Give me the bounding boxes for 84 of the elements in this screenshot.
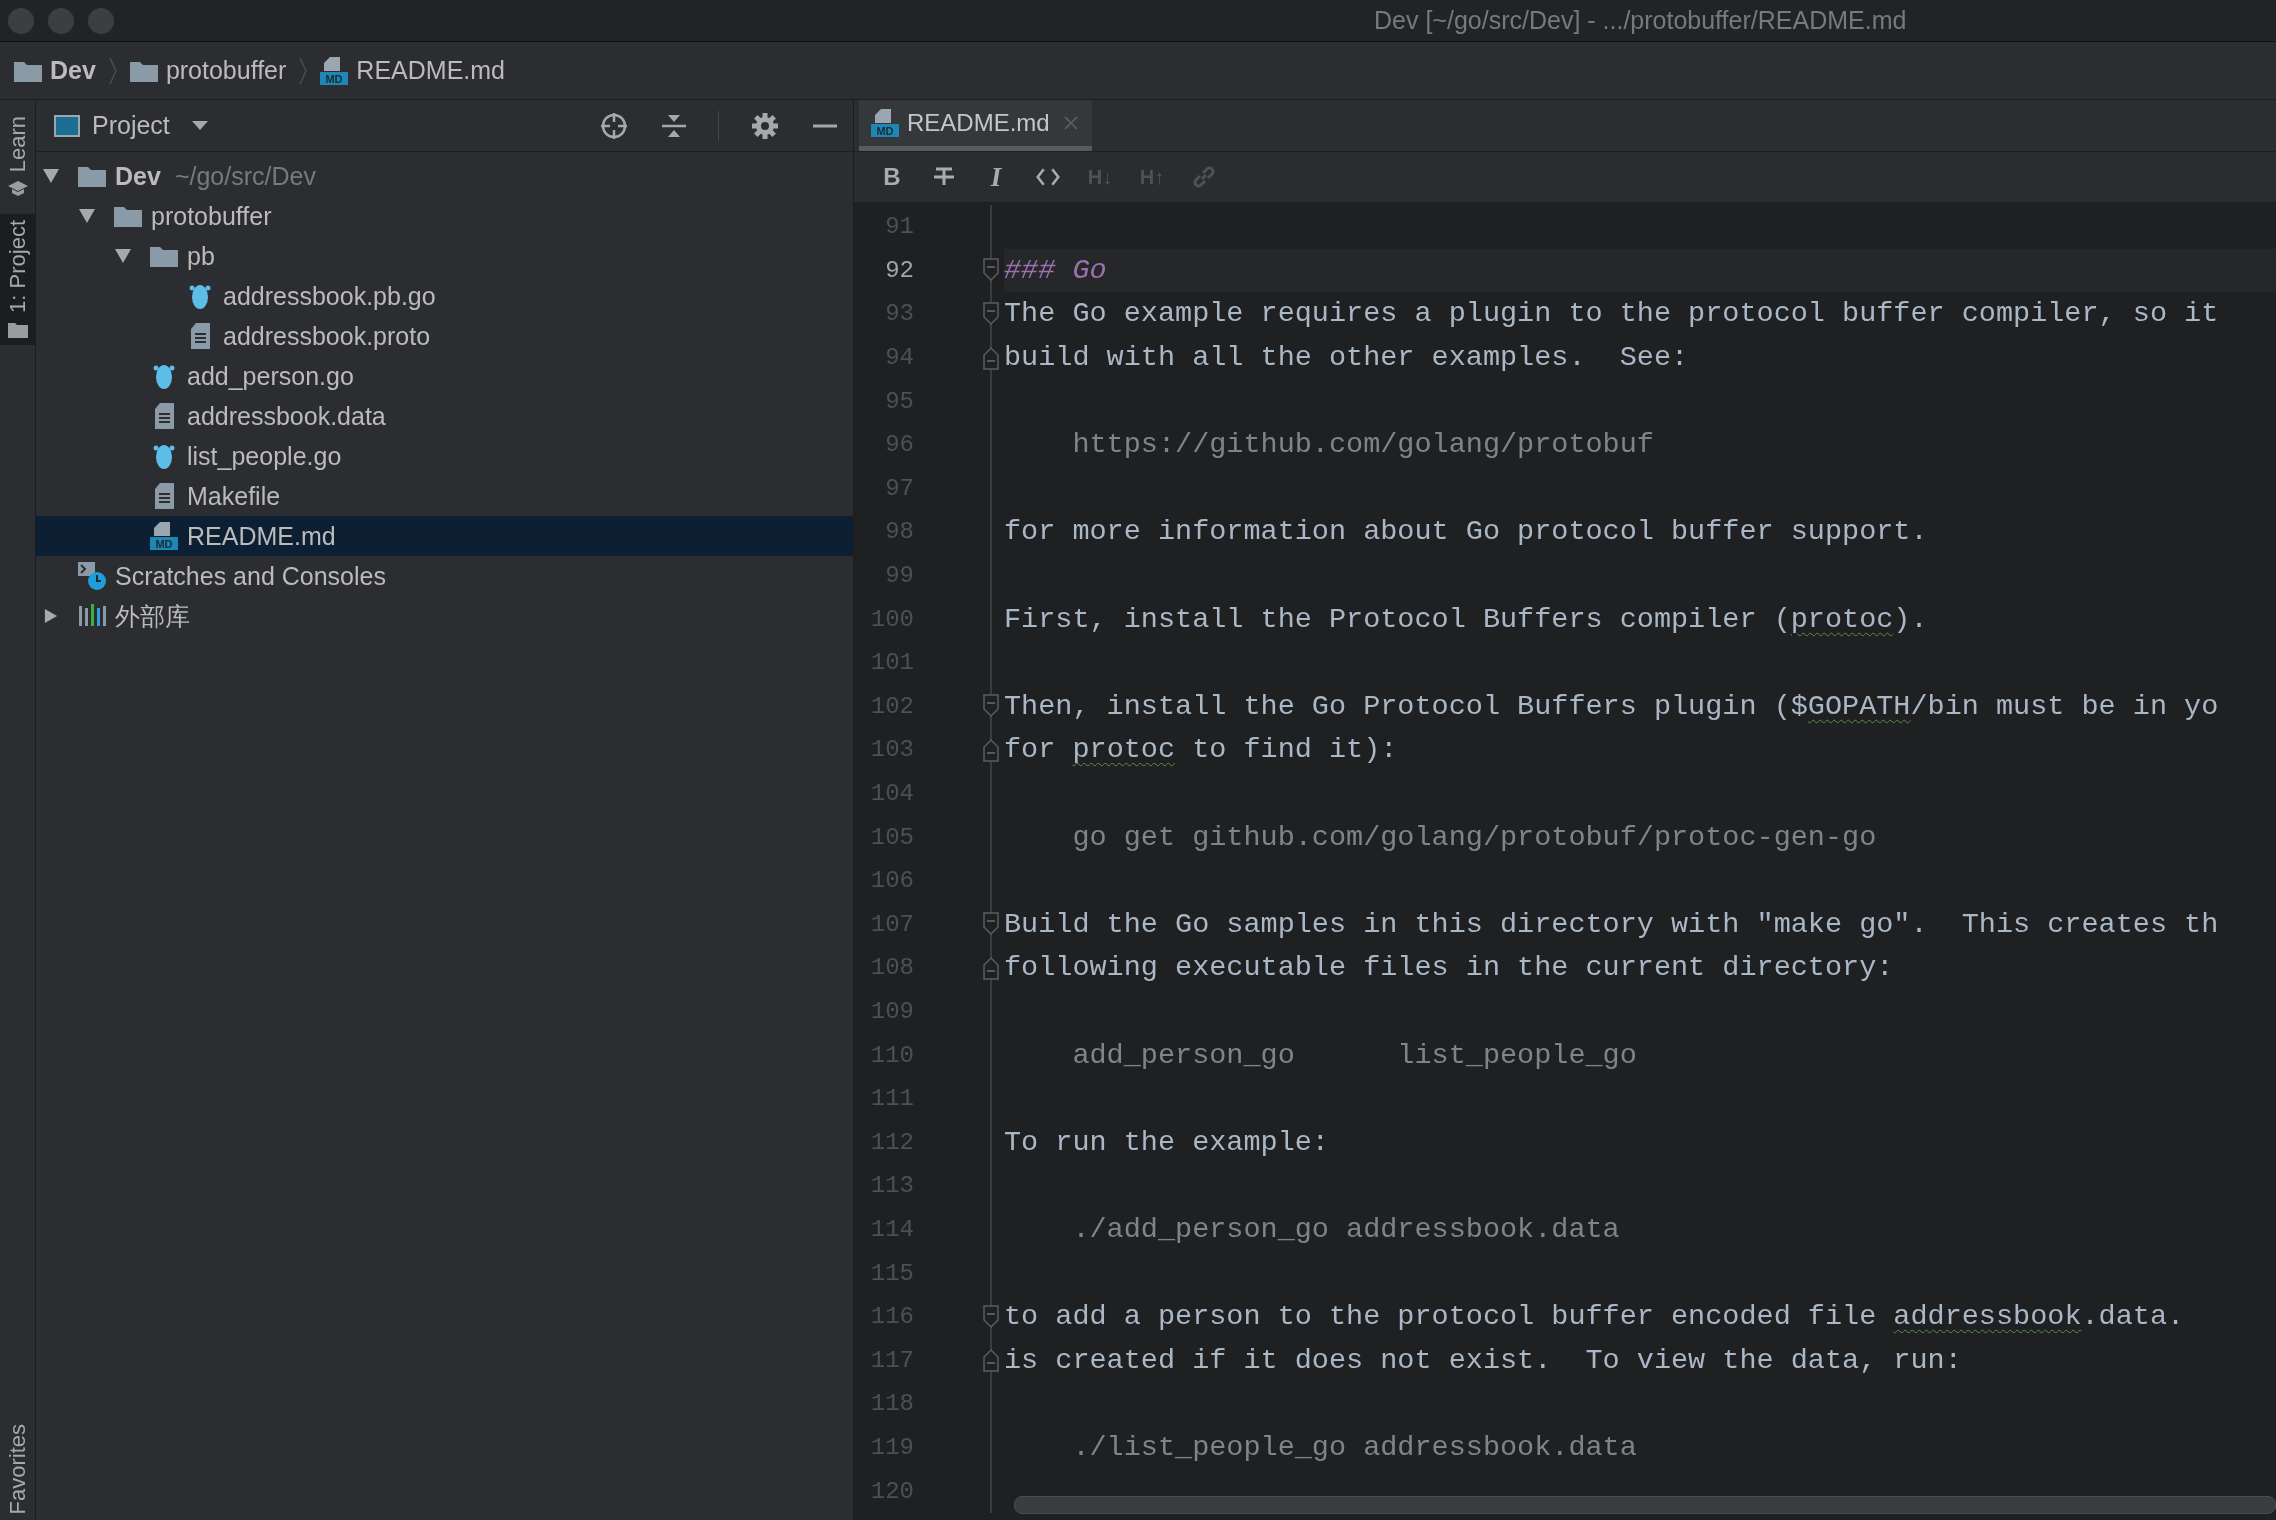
folder-icon: [7, 321, 28, 340]
folder-icon: [14, 59, 42, 82]
caret-icon[interactable]: [191, 120, 208, 131]
crosshair-icon[interactable]: [600, 111, 628, 140]
fold-icon[interactable]: [983, 912, 999, 937]
tree-item-label: Scratches and Consoles: [115, 561, 386, 591]
tool-window-tab[interactable]: 1: Project: [0, 214, 35, 346]
folder-icon: [129, 59, 158, 82]
code-line: https://github.com/golang/protobuf: [1071, 428, 1654, 462]
fold-icon[interactable]: [983, 1348, 999, 1373]
tree-item-label: addressbook.proto: [223, 321, 431, 351]
tool-window-tab[interactable]: Favorites: [0, 1417, 35, 1520]
tree-item-label: Makefile: [187, 481, 281, 511]
tree-item[interactable]: add_person.go: [36, 356, 853, 396]
graduation-cap-icon: [7, 180, 28, 199]
window-button[interactable]: [48, 7, 74, 34]
horizontal-scrollbar[interactable]: [1014, 1496, 2276, 1514]
fold-icon[interactable]: [983, 694, 999, 719]
tree-item-label: Dev: [115, 161, 161, 191]
window-button[interactable]: [88, 7, 114, 34]
expanded-arrow-icon[interactable]: [79, 209, 95, 223]
tree-item-label: add_person.go: [187, 361, 354, 391]
fold-icon[interactable]: [983, 737, 999, 762]
panel-title[interactable]: Project: [92, 111, 170, 140]
code-line: First, install the Protocol Buffers compiler (protoc).: [1004, 602, 1928, 636]
chevron-icon: [107, 55, 118, 86]
fold-icon[interactable]: [983, 345, 999, 370]
fold-icon[interactable]: [983, 258, 999, 283]
tree-item[interactable]: protobuffer: [36, 196, 853, 236]
code-line: build with all the other examples. See:: [1004, 341, 1689, 375]
code-line: for more information about Go protocol buffer support.: [1004, 515, 1928, 549]
code-line: add_person_go list_people_go: [1071, 1038, 1637, 1072]
collapsed-arrow-icon[interactable]: [43, 609, 59, 623]
window-title: Dev [~/go/src/Dev] - .../protobuffer/README.md: [1374, 6, 1907, 35]
tree-item[interactable]: list_people.go: [36, 436, 853, 476]
tree-item-label: README.md: [187, 521, 336, 551]
code-line: is created if it does not exist. To view the data, run:: [1004, 1343, 1962, 1377]
expanded-arrow-icon[interactable]: [115, 249, 131, 263]
settings-icon[interactable]: [751, 111, 779, 140]
code-line: to add a person to the protocol buffer encoded file addressbook.data.: [1004, 1300, 2185, 1334]
tree-item-label: 外部库: [115, 600, 190, 632]
tree-item-label: protobuffer: [151, 201, 272, 231]
close-icon[interactable]: [1063, 116, 1078, 130]
tree-item[interactable]: Makefile: [36, 476, 853, 516]
tree-item[interactable]: addressbook.pb.go: [36, 276, 853, 316]
tree-item[interactable]: 外部库: [36, 596, 853, 636]
editor-tab[interactable]: MD README.md: [859, 100, 1092, 151]
code-line: for protoc to find it):: [1004, 733, 1398, 767]
tree-item[interactable]: addressbook.data: [36, 396, 853, 436]
code-line: ### Go: [1004, 253, 1107, 287]
tree-item[interactable]: addressbook.proto: [36, 316, 853, 356]
window-icon: [54, 114, 80, 137]
code-line: The Go example requires a plugin to the protocol buffer compiler, so it: [1004, 297, 2219, 331]
tree-item-label: addressbook.pb.go: [223, 281, 436, 311]
breadcrumb-item[interactable]: Dev: [50, 56, 96, 85]
tool-window-tab[interactable]: Learn: [0, 110, 35, 205]
code-line: Build the Go samples in this directory with "make go". This creates th: [1004, 907, 2219, 941]
fold-icon[interactable]: [983, 955, 999, 980]
bold-button[interactable]: B: [872, 158, 912, 196]
code-line: following executable files in the current directory:: [1004, 951, 1894, 985]
line-number: 92: [884, 256, 914, 284]
path-hint: ~/go/src/Dev: [174, 161, 316, 191]
tree-item[interactable]: Scratches and Consoles: [36, 556, 853, 596]
chevron-icon: [298, 55, 309, 86]
italic-button[interactable]: I: [976, 158, 1016, 196]
fold-icon[interactable]: [983, 1304, 999, 1329]
breadcrumb-item[interactable]: protobuffer: [165, 56, 287, 85]
link-icon: [1192, 165, 1216, 189]
code-line: go get github.com/golang/protobuf/protoc-gen-go: [1071, 820, 1877, 854]
code-line: Then, install the Go Protocol Buffers plugin ($GOPATH/bin must be in yo: [1004, 689, 2219, 723]
terminal-clock-icon: [78, 562, 106, 590]
tree-item[interactable]: MD README.md: [36, 516, 853, 556]
code-line: ./add_person_go addressbook.data: [1071, 1212, 1620, 1246]
tree-item-label: addressbook.data: [187, 401, 386, 431]
tree-item-label: pb: [187, 241, 215, 271]
code-line: ./list_people_go addressbook.data: [1071, 1430, 1637, 1464]
tree-item-label: list_people.go: [187, 441, 342, 471]
breadcrumb-item[interactable]: README.md: [356, 56, 505, 85]
tree-item[interactable]: pb: [36, 236, 853, 276]
expanded-arrow-icon[interactable]: [43, 169, 59, 183]
window-button[interactable]: [8, 7, 34, 34]
fold-icon[interactable]: [983, 302, 999, 326]
tree-item[interactable]: Dev ~/go/src/Dev: [36, 156, 853, 196]
code-line: To run the example:: [1004, 1125, 1329, 1159]
